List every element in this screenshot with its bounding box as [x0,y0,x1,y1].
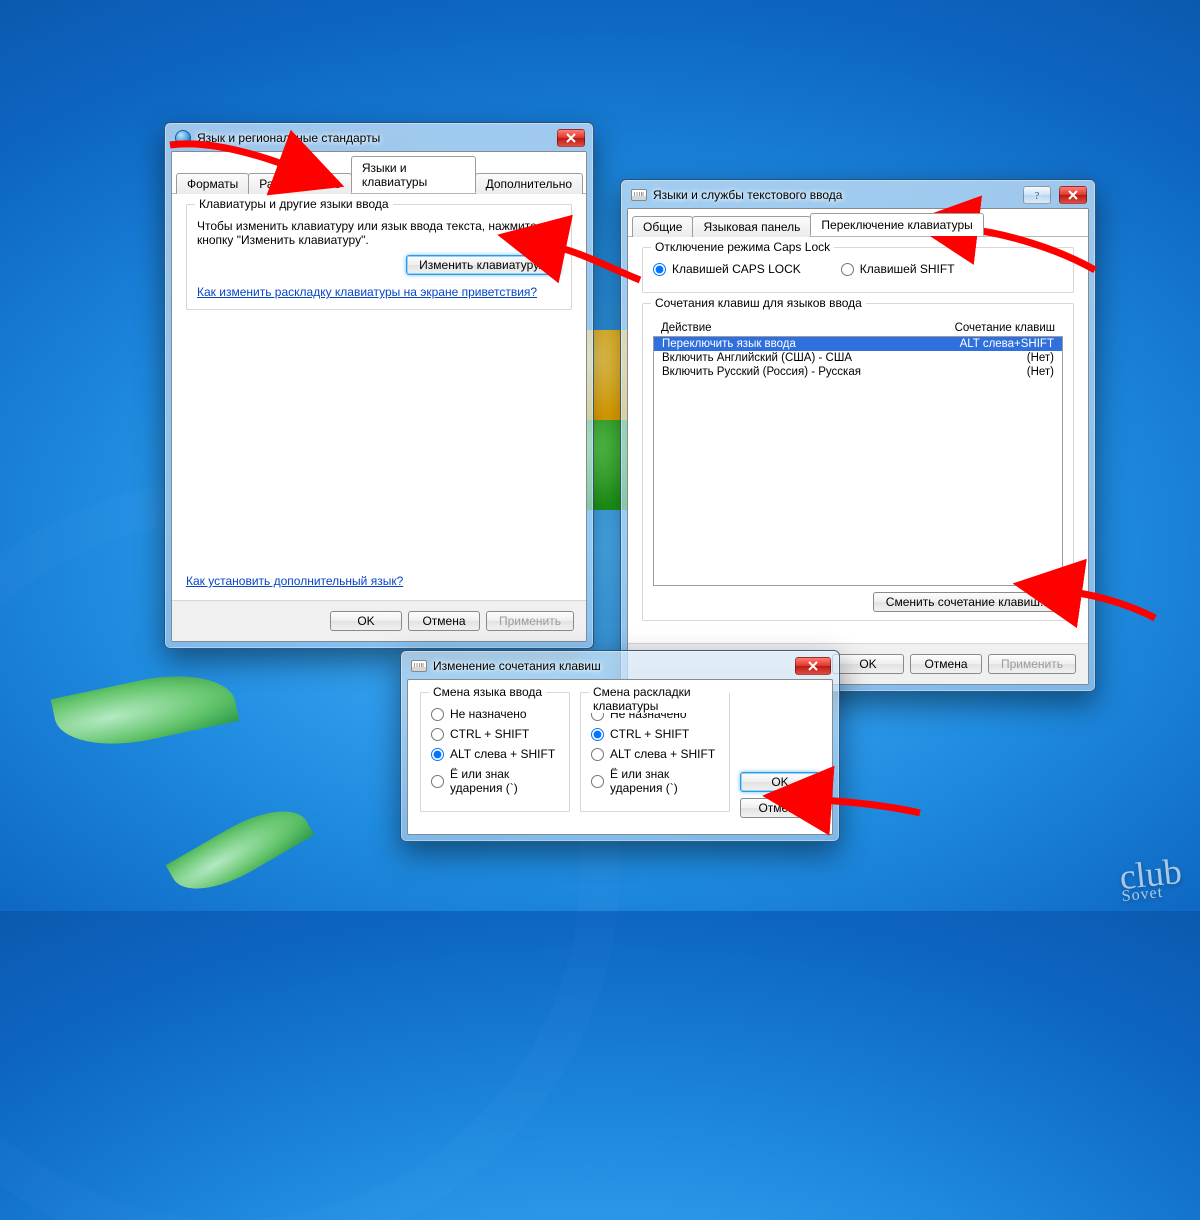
cancel-button[interactable]: Отмена [408,611,480,631]
layout-legend: Смена раскладки клавиатуры [589,685,729,713]
hotkeys-col-action: Действие [661,322,915,334]
change-hotkey-window: Изменение сочетания клавиш Смена языка в… [400,650,840,842]
capslock-groupbox: Отключение режима Caps Lock Клавишей CAP… [642,247,1074,293]
welcome-layout-link[interactable]: Как изменить раскладку клавиатуры на экр… [197,285,537,299]
capslock-radio-capslock-label: Клавишей CAPS LOCK [672,262,801,276]
regional-settings-window: Язык и региональные стандарты Форматы Ра… [164,122,594,649]
radio-label: ALT слева + SHIFT [610,747,715,761]
keyboards-description: Чтобы изменить клавиатуру или язык ввода… [197,219,561,247]
layout-radio-grave[interactable]: Ё или знак ударения (`) [591,767,719,795]
regional-settings-tabs: Форматы Расположение Языки и клавиатуры … [172,152,586,194]
hotkeys-row[interactable]: Переключить язык ввода ALT слева+SHIFT [654,337,1062,351]
tab-location[interactable]: Расположение [248,173,352,194]
text-services-titlebar[interactable]: Языки и службы текстового ввода ? [627,186,1089,208]
tab-general[interactable]: Общие [632,216,693,237]
radio-label: CTRL + SHIFT [610,727,689,741]
capslock-legend: Отключение режима Caps Lock [651,240,834,254]
keyboards-group-legend: Клавиатуры и другие языки ввода [195,197,393,211]
tab-languages-keyboards[interactable]: Языки и клавиатуры [351,156,476,193]
close-button[interactable] [557,129,585,147]
close-button[interactable] [795,657,831,675]
text-services-title: Языки и службы текстового ввода [653,188,842,202]
keyboard-icon [411,660,427,672]
hotkeys-row-keys: (Нет) [914,366,1054,378]
radio-label: CTRL + SHIFT [450,727,529,741]
text-services-window: Языки и службы текстового ввода ? Общие … [620,179,1096,692]
install-language-link[interactable]: Как установить дополнительный язык? [186,574,403,588]
change-keyboard-button[interactable]: Изменить клавиатуру... [406,255,561,275]
keyboards-groupbox: Клавиатуры и другие языки ввода Чтобы из… [186,204,572,310]
layout-radio-alt-shift[interactable]: ALT слева + SHIFT [591,747,715,761]
lang-radio-ctrl-shift[interactable]: CTRL + SHIFT [431,727,529,741]
radio-label: Ё или знак ударения (`) [450,767,559,795]
hotkeys-row[interactable]: Включить Русский (Россия) - Русская (Нет… [654,365,1062,379]
cancel-button[interactable]: Отмена [740,798,820,818]
hotkeys-row[interactable]: Включить Английский (США) - США (Нет) [654,351,1062,365]
hotkeys-legend: Сочетания клавиш для языков ввода [651,296,866,310]
hotkeys-row-action: Переключить язык ввода [662,338,914,350]
lang-radio-grave[interactable]: Ё или знак ударения (`) [431,767,559,795]
ok-button[interactable]: OK [330,611,402,631]
globe-icon [175,130,191,146]
regional-settings-title: Язык и региональные стандарты [197,131,380,145]
ok-button[interactable]: OK [740,772,820,792]
capslock-radio-shift-label: Клавишей SHIFT [860,262,955,276]
close-button[interactable] [1059,186,1087,204]
capslock-radio-shift[interactable]: Клавишей SHIFT [841,262,955,276]
tab-additional[interactable]: Дополнительно [475,173,583,194]
hotkeys-row-keys: ALT слева+SHIFT [914,338,1054,350]
hotkeys-row-action: Включить Русский (Россия) - Русская [662,366,914,378]
site-watermark: clubSovet [1118,850,1185,906]
hotkeys-groupbox: Сочетания клавиш для языков ввода Действ… [642,303,1074,621]
apply-button[interactable]: Применить [486,611,574,631]
radio-label: ALT слева + SHIFT [450,747,555,761]
radio-label: Не назначено [450,707,527,721]
layout-groupbox: Смена раскладки клавиатуры Не назначено … [580,692,730,812]
tab-keyboard-switching[interactable]: Переключение клавиатуры [810,213,983,236]
help-button[interactable]: ? [1023,186,1051,204]
ok-button[interactable]: OK [832,654,904,674]
keyboard-icon [631,189,647,201]
change-hotkey-titlebar[interactable]: Изменение сочетания клавиш [407,657,833,679]
radio-label: Ё или знак ударения (`) [610,767,719,795]
hotkeys-row-action: Включить Английский (США) - США [662,352,914,364]
tab-language-bar[interactable]: Языковая панель [692,216,811,237]
lang-radio-alt-shift[interactable]: ALT слева + SHIFT [431,747,555,761]
change-hotkey-button[interactable]: Сменить сочетание клавиш... [873,592,1063,612]
hotkeys-col-keys: Сочетание клавиш [915,322,1055,334]
layout-radio-ctrl-shift[interactable]: CTRL + SHIFT [591,727,689,741]
lang-radio-none[interactable]: Не назначено [431,707,527,721]
tab-formats[interactable]: Форматы [176,173,249,194]
apply-button[interactable]: Применить [988,654,1076,674]
capslock-radio-capslock[interactable]: Клавишей CAPS LOCK [653,262,801,276]
cancel-button[interactable]: Отмена [910,654,982,674]
hotkeys-row-keys: (Нет) [914,352,1054,364]
input-language-legend: Смена языка ввода [429,685,546,699]
regional-settings-titlebar[interactable]: Язык и региональные стандарты [171,129,587,151]
input-language-groupbox: Смена языка ввода Не назначено CTRL + SH… [420,692,570,812]
text-services-tabs: Общие Языковая панель Переключение клави… [628,209,1088,237]
change-hotkey-title: Изменение сочетания клавиш [433,659,601,673]
svg-text:?: ? [1035,190,1040,201]
hotkeys-list[interactable]: Переключить язык ввода ALT слева+SHIFT В… [653,336,1063,586]
